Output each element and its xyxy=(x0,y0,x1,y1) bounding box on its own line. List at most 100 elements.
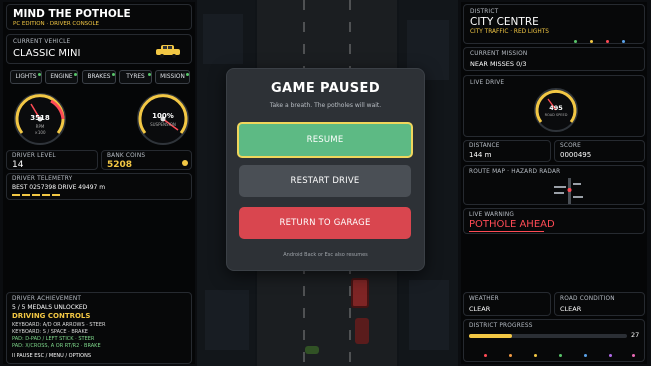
title-box: MIND THE POTHOLE PC EDITION · DRIVER CON… xyxy=(6,4,192,30)
district-dot-3 xyxy=(534,354,537,357)
road-condition-box: ROAD CONDITION CLEAR xyxy=(554,292,645,316)
district-tags: CITY TRAFFIC · RED LIGHTS xyxy=(470,29,549,35)
live-gauge-unit: ROAD SPEED xyxy=(544,113,568,117)
district-dot-2 xyxy=(509,354,512,357)
control-line-2: KEYBOARD: S / SPACE · BRAKE xyxy=(12,329,88,335)
live-drive-gauge: 495 ROAD SPEED xyxy=(532,86,580,134)
engine-status-dot xyxy=(74,73,77,76)
control-line-3: PAD: D-PAD / LEFT STICK · STEER xyxy=(12,336,95,342)
suspension-gauge: 100% SUSPENSION xyxy=(134,90,192,148)
live-drive-box: LIVE DRIVE 495 ROAD SPEED xyxy=(463,75,645,137)
progress-value: 27 xyxy=(631,331,640,339)
rpm-value: 3518 xyxy=(30,114,50,122)
control-line-4: PAD: X/CROSS, A OR RT/R2 · BRAKE xyxy=(12,343,101,349)
mission-status-dot xyxy=(186,73,189,76)
tab-lights[interactable]: LIGHTS xyxy=(10,70,42,84)
telemetry-value: BEST 0257398 DRIVE 49497 m xyxy=(12,184,106,191)
warning-label: LIVE WARNING xyxy=(469,212,515,218)
weather-label: WEATHER xyxy=(469,296,499,302)
vehicle-box: CURRENT VEHICLE CLASSIC MINI xyxy=(6,34,192,64)
tab-mission[interactable]: MISSION xyxy=(155,70,190,84)
telemetry-label: DRIVER TELEMETRY xyxy=(12,176,73,182)
progress-fill xyxy=(469,334,512,338)
mission-label: CURRENT MISSION xyxy=(470,51,528,57)
score-label: SCORE xyxy=(560,143,581,149)
driver-level-box: DRIVER LEVEL 14 xyxy=(6,150,98,170)
score-value: 0000495 xyxy=(560,151,592,159)
right-panel: DISTRICT CITY CENTRE CITY TRAFFIC · RED … xyxy=(461,2,647,364)
district-name: CITY CENTRE xyxy=(470,16,539,28)
road-condition-label: ROAD CONDITION xyxy=(560,296,615,302)
achievement-label: DRIVER ACHIEVEMENT xyxy=(12,296,82,302)
signal-dot-3 xyxy=(606,40,609,43)
road-condition-value: CLEAR xyxy=(560,305,582,313)
lights-status-dot xyxy=(38,73,41,76)
weather-box: WEATHER CLEAR xyxy=(463,292,551,316)
suspension-value: 100% xyxy=(152,112,174,120)
driver-level-label: DRIVER LEVEL xyxy=(12,153,56,159)
progress-label: DISTRICT PROGRESS xyxy=(469,323,533,329)
mission-value: NEAR MISSES 0/3 xyxy=(470,60,527,68)
district-dot-6 xyxy=(609,354,612,357)
live-drive-label: LIVE DRIVE xyxy=(470,80,505,86)
driver-level-value: 14 xyxy=(12,160,24,170)
score-box: SCORE 0000495 xyxy=(554,140,645,162)
route-map-label: ROUTE MAP · HAZARD RADAR xyxy=(469,169,561,175)
telemetry-box: DRIVER TELEMETRY BEST 0257398 DRIVE 4949… xyxy=(6,173,192,200)
distance-label: DISTANCE xyxy=(469,143,500,149)
signal-dot-4 xyxy=(622,40,625,43)
district-dot-4 xyxy=(559,354,562,357)
restart-drive-button[interactable]: RESTART DRIVE xyxy=(239,165,411,197)
controls-title: DRIVING CONTROLS xyxy=(12,312,91,320)
vehicle-label: CURRENT VEHICLE xyxy=(13,39,71,45)
signal-dot-2 xyxy=(590,40,593,43)
resume-button[interactable]: RESUME xyxy=(237,122,413,158)
achievement-value: 5 / 5 MEDALS UNLOCKED xyxy=(12,304,88,311)
warning-value: POTHOLE AHEAD xyxy=(469,219,555,230)
route-map-box: ROUTE MAP · HAZARD RADAR xyxy=(463,165,645,205)
distance-box: DISTANCE 144 m xyxy=(463,140,551,162)
tyres-status-dot xyxy=(148,73,151,76)
pause-hint: Android Back or Esc also resumes xyxy=(283,252,368,258)
district-box: DISTRICT CITY CENTRE CITY TRAFFIC · RED … xyxy=(463,4,645,44)
bank-coins-label: BANK COINS xyxy=(107,153,146,159)
bank-coins-value: 5208 xyxy=(107,160,133,170)
tab-brakes[interactable]: BRAKES xyxy=(82,70,116,84)
district-label: DISTRICT xyxy=(470,9,499,15)
bank-coins-box: BANK COINS 5208 xyxy=(101,150,192,170)
game-screen: GAME PAUSED Take a breath. The potholes … xyxy=(0,0,651,366)
tab-tyres[interactable]: TYRES xyxy=(119,70,152,84)
pause-dialog: GAME PAUSED Take a breath. The potholes … xyxy=(226,68,425,271)
footer-shortcuts[interactable]: II PAUSE ESC / MENU / OPTIONS xyxy=(12,353,91,359)
achievement-box: DRIVER ACHIEVEMENT 5 / 5 MEDALS UNLOCKED… xyxy=(6,292,192,364)
game-title: MIND THE POTHOLE xyxy=(13,8,131,20)
progress-box: DISTRICT PROGRESS 27 xyxy=(463,319,645,362)
progress-track xyxy=(469,334,627,338)
distance-value: 144 m xyxy=(469,151,492,159)
pause-subtitle: Take a breath. The potholes will wait. xyxy=(269,102,382,109)
rpm-gauge: 3518 RPM ×100 xyxy=(11,90,69,148)
rpm-sub: ×100 xyxy=(34,130,46,135)
district-dot-1 xyxy=(484,354,487,357)
coin-icon xyxy=(182,160,188,166)
return-to-garage-button[interactable]: RETURN TO GARAGE xyxy=(239,207,411,239)
pause-title: GAME PAUSED xyxy=(270,81,381,96)
left-panel: MIND THE POTHOLE PC EDITION · DRIVER CON… xyxy=(3,2,195,364)
vehicle-name: CLASSIC MINI xyxy=(13,48,81,59)
car-icon xyxy=(155,43,181,58)
district-dot-5 xyxy=(584,354,587,357)
tab-engine[interactable]: ENGINE xyxy=(45,70,78,84)
rpm-unit: RPM xyxy=(35,124,45,129)
warning-box: LIVE WARNING POTHOLE AHEAD xyxy=(463,208,645,234)
district-dot-7 xyxy=(632,354,635,357)
control-line-1: KEYBOARD: A/D OR ARROWS · STEER xyxy=(12,322,106,328)
game-subtitle: PC EDITION · DRIVER CONSOLE xyxy=(13,21,100,27)
mission-box: CURRENT MISSION NEAR MISSES 0/3 xyxy=(463,47,645,71)
weather-value: CLEAR xyxy=(469,305,491,313)
warning-underline xyxy=(469,231,544,232)
route-map xyxy=(554,178,584,204)
live-gauge-value: 495 xyxy=(549,104,563,112)
signal-dot-1 xyxy=(574,40,577,43)
suspension-unit: SUSPENSION xyxy=(150,122,176,127)
telemetry-bar xyxy=(12,194,62,196)
